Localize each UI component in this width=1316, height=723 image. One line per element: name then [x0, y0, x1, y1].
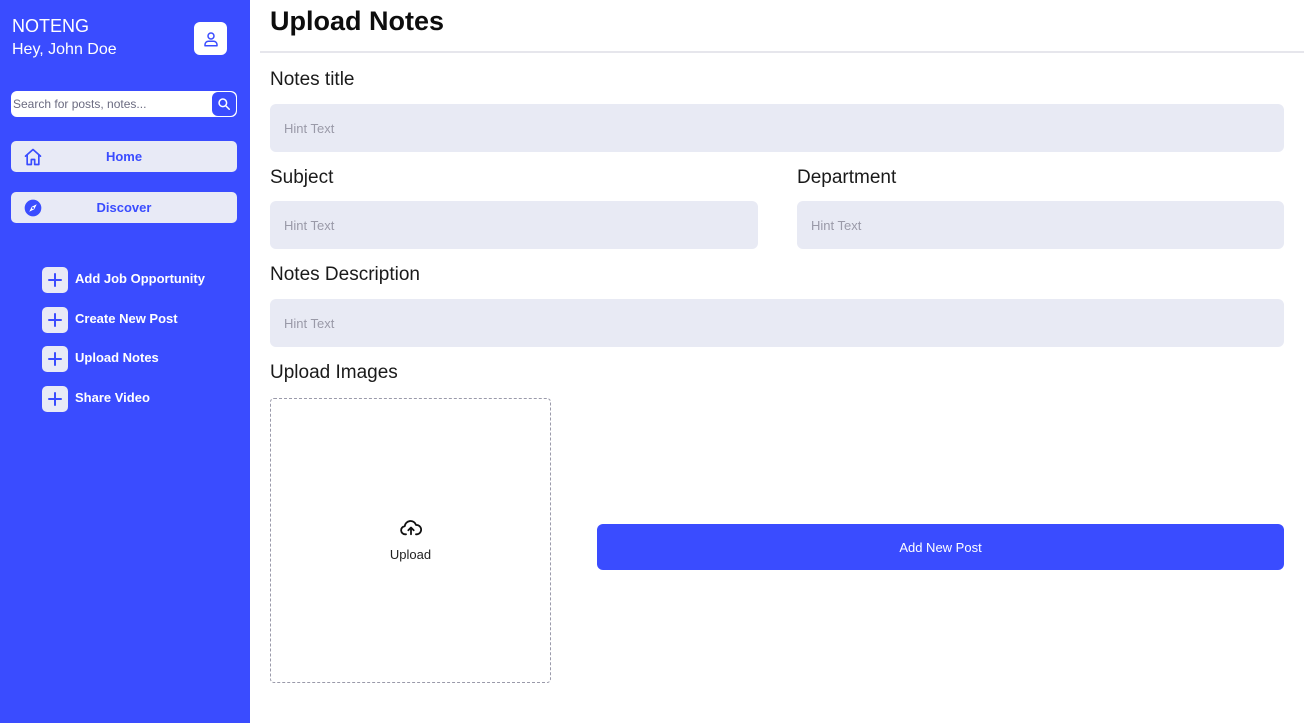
add-job-opportunity-label: Add Job Opportunity	[75, 271, 205, 286]
sidebar: NOTENG Hey, John Doe Home	[0, 0, 250, 723]
department-input[interactable]	[797, 201, 1284, 249]
notes-title-input[interactable]	[270, 104, 1284, 152]
plus-icon	[42, 346, 68, 372]
plus-icon	[42, 267, 68, 293]
user-greeting: Hey, John Doe	[12, 41, 117, 58]
notes-title-label: Notes title	[270, 69, 355, 90]
upload-text: Upload	[389, 547, 432, 562]
nav-discover-label: Discover	[96, 200, 152, 215]
search-button[interactable]	[212, 92, 236, 116]
user-icon	[203, 31, 218, 46]
search-input[interactable]	[11, 91, 201, 117]
department-label: Department	[797, 167, 897, 188]
image-upload-dropzone[interactable]: Upload	[270, 398, 551, 683]
title-divider	[260, 51, 1304, 53]
share-video-label: Share Video	[75, 390, 150, 405]
plus-icon	[42, 386, 68, 412]
nav-discover-button[interactable]: Discover	[11, 192, 237, 223]
upload-images-label: Upload Images	[270, 362, 398, 383]
brand: NOTENG Hey, John Doe	[12, 16, 117, 60]
upload-notes-label: Upload Notes	[75, 350, 159, 365]
nav-home-label: Home	[105, 149, 143, 164]
nav-home-button[interactable]: Home	[11, 141, 237, 172]
notes-description-input[interactable]	[270, 299, 1284, 347]
cloud-upload-icon	[400, 520, 422, 536]
app-name: NOTENG	[12, 16, 90, 36]
add-new-post-button[interactable]: Add New Post	[597, 524, 1284, 570]
create-new-post-label: Create New Post	[75, 311, 178, 326]
search-bar	[11, 91, 237, 117]
subject-label: Subject	[270, 167, 334, 188]
notes-description-label: Notes Description	[270, 264, 420, 285]
page-title: Upload Notes	[270, 6, 445, 36]
profile-button[interactable]	[194, 22, 227, 55]
search-icon	[218, 98, 231, 111]
plus-icon	[42, 307, 68, 333]
subject-input[interactable]	[270, 201, 758, 249]
